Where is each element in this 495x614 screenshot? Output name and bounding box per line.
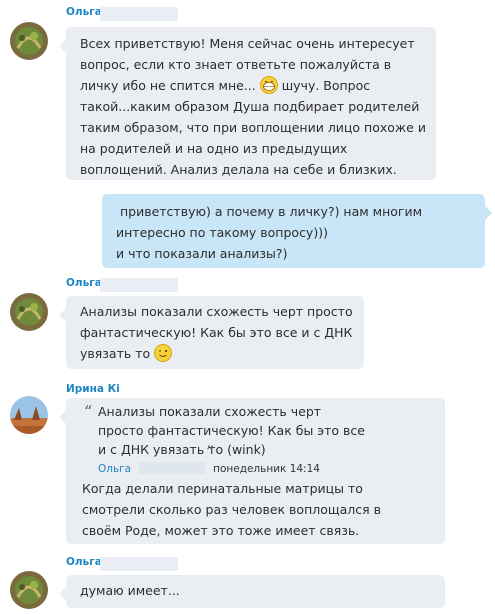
message-bubble: Анализы показали схожесть черт просто фа… — [59, 296, 364, 369]
avatar[interactable] — [10, 293, 48, 331]
message-bubble: Всех приветствую! Меня сейчас очень инте… — [59, 27, 436, 180]
sender-name[interactable]: Ольга — [66, 277, 102, 289]
message-bubble: думаю имеет... — [59, 575, 445, 608]
message-text: думаю имеет... — [80, 583, 180, 598]
quote-open-icon: “ — [84, 402, 93, 421]
quote-close-icon: ” — [206, 442, 215, 461]
quote-text: Анализы показали схожесть черт просто фа… — [98, 404, 365, 457]
quote-time: понедельник 14:14 — [213, 463, 320, 475]
avatar[interactable] — [10, 571, 48, 609]
sender-name[interactable]: Ирина Кі — [66, 383, 120, 395]
message-bubble: “ Анализы показали схожесть черт просто … — [59, 398, 445, 544]
avatar-plant-icon — [10, 293, 48, 331]
avatar-plant-icon — [10, 571, 48, 609]
wink-emoji-icon — [154, 344, 173, 362]
avatar-plant-icon — [10, 22, 48, 60]
message-text: Анализы показали схожесть черт просто фа… — [80, 304, 353, 361]
quote-block: “ Анализы показали схожесть черт просто … — [82, 402, 435, 478]
message-line: интересно по такому вопросу))) — [116, 225, 328, 240]
sender-surname-redacted — [100, 557, 178, 571]
sender-surname-redacted — [100, 7, 178, 21]
quote-author[interactable]: Ольга — [98, 463, 131, 475]
avatar[interactable] — [10, 396, 48, 434]
quote-author-redacted — [139, 462, 206, 474]
outgoing-message-bubble: приветствую) а почему в личку?) нам мног… — [102, 194, 492, 268]
sender-name[interactable]: Ольга — [66, 6, 102, 18]
message-text: Когда делали перинатальные матрицы то см… — [82, 481, 382, 538]
avatar-landscape-icon — [10, 396, 48, 434]
message-line: приветствую) а почему в личку?) нам мног… — [116, 204, 423, 219]
sender-name[interactable]: Ольга — [66, 556, 102, 568]
sender-surname-redacted — [100, 278, 178, 292]
quote-meta: Ольга понедельник 14:14 — [98, 459, 435, 478]
avatar[interactable] — [10, 22, 48, 60]
message-line: и что показали анализы?) — [116, 246, 288, 261]
grin-emoji-icon — [259, 76, 278, 94]
